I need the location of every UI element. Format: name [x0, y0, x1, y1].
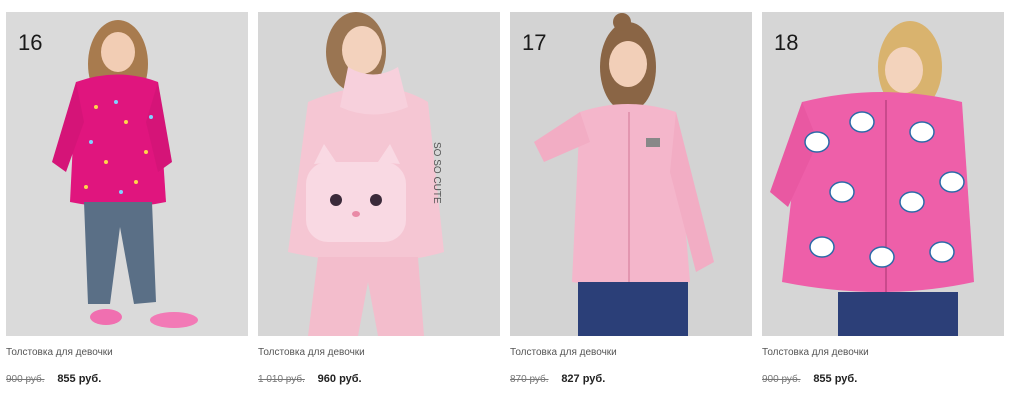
- product-image[interactable]: SO SO CUTE: [258, 12, 500, 336]
- current-price: 960 руб.: [317, 373, 362, 385]
- product-image[interactable]: 17: [510, 12, 752, 336]
- old-price: 900 руб.: [762, 374, 801, 385]
- price-block: 870 руб. 827 руб.: [510, 373, 605, 385]
- current-price: 827 руб.: [561, 373, 606, 385]
- product-title[interactable]: Толстовка для девочки: [258, 347, 365, 358]
- current-price: 855 руб.: [57, 373, 102, 385]
- product-card[interactable]: SO SO CUTE Толстовка для девочки 1 010 р…: [258, 12, 500, 390]
- old-price: 900 руб.: [6, 374, 45, 385]
- product-title[interactable]: Толстовка для девочки: [510, 347, 617, 358]
- price-block: 900 руб. 855 руб.: [762, 373, 857, 385]
- product-title[interactable]: Толстовка для девочки: [762, 347, 869, 358]
- product-card[interactable]: 16 Толстовка для девочки 900 руб. 855 ру…: [6, 12, 248, 390]
- current-price: 855 руб.: [813, 373, 858, 385]
- product-card[interactable]: 18 Толстовка для девочки 900 руб. 855 ру…: [762, 12, 1004, 390]
- product-image[interactable]: 18: [762, 12, 1004, 336]
- product-image[interactable]: 16: [6, 12, 248, 336]
- price-block: 1 010 руб. 960 руб.: [258, 373, 362, 385]
- svg-text:SO SO CUTE: SO SO CUTE: [431, 142, 442, 204]
- product-card[interactable]: 17 Толстовка для девочки 870 руб. 827 ру…: [510, 12, 752, 390]
- old-price: 870 руб.: [510, 374, 549, 385]
- product-number: 17: [522, 30, 547, 55]
- old-price: 1 010 руб.: [258, 374, 305, 385]
- price-block: 900 руб. 855 руб.: [6, 373, 101, 385]
- product-number: 16: [18, 30, 43, 55]
- product-title[interactable]: Толстовка для девочки: [6, 347, 113, 358]
- product-number: 18: [774, 30, 799, 55]
